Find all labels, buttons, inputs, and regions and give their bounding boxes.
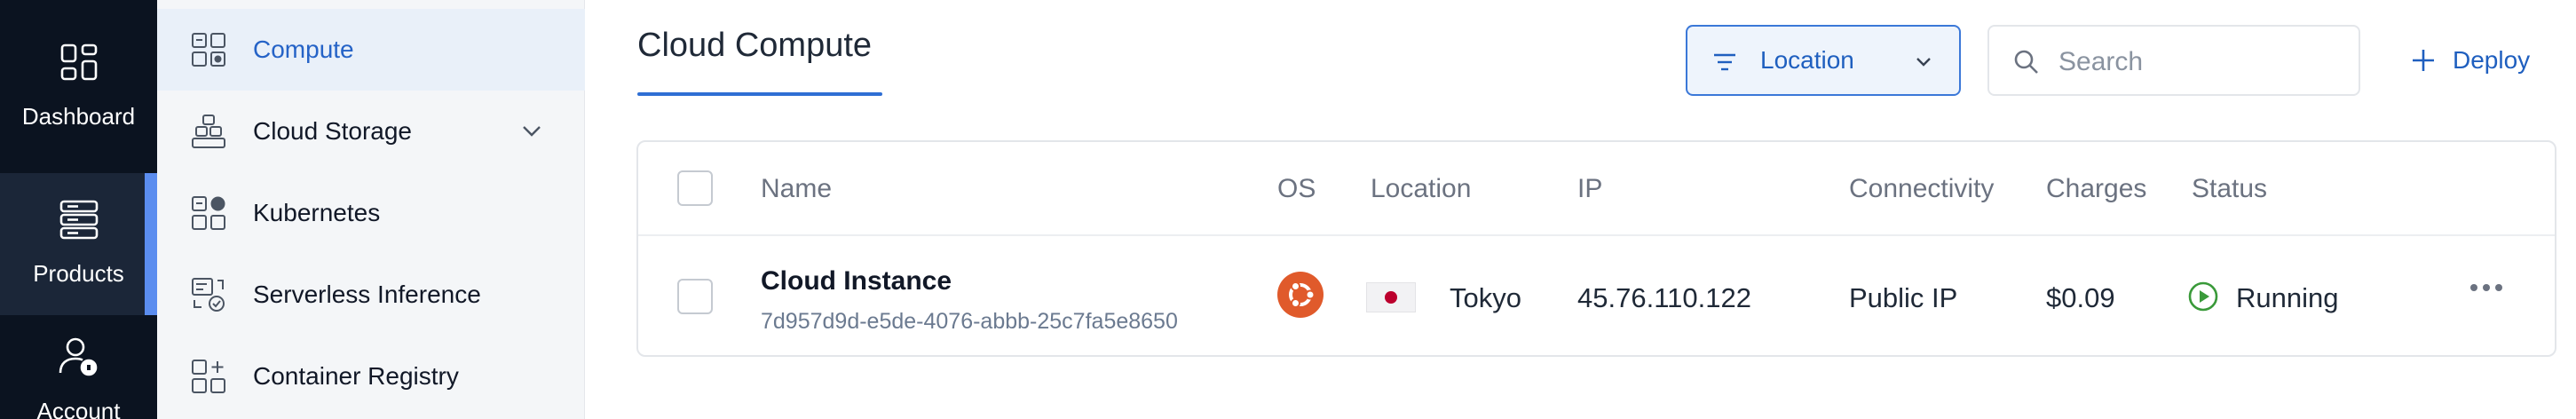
sidebar-item-label: Cloud Storage (253, 117, 413, 145)
search-input[interactable] (2058, 43, 2343, 82)
sidebar-item-kubernetes[interactable]: Kubernetes (157, 172, 585, 254)
rail-item-account[interactable]: Account (0, 330, 157, 419)
sidebar-item-serverless-inference[interactable]: Serverless Inference (157, 254, 585, 336)
sidebar-item-label: Compute (253, 36, 354, 63)
row-checkbox[interactable] (677, 279, 713, 314)
sidebar-item-label: Serverless Inference (253, 281, 481, 308)
rail-label: Account (36, 398, 121, 419)
rail-label: Products (33, 260, 124, 287)
container-registry-icon (189, 357, 228, 396)
sidebar-item-compute[interactable]: Compute (157, 9, 585, 91)
running-status-icon (2188, 281, 2218, 312)
filter-icon (1714, 53, 1735, 71)
deploy-label: Deploy (2453, 46, 2531, 74)
instances-table: Name OS Location IP Connectivity Charges… (636, 140, 2556, 357)
rail-item-dashboard[interactable]: Dashboard (0, 36, 157, 169)
rail-item-products[interactable]: Products (0, 173, 157, 315)
compute-icon (189, 30, 228, 69)
sidebar-item-container-registry[interactable]: Container Registry (157, 336, 585, 417)
status-cell: Running (2236, 282, 2339, 313)
select-all-checkbox[interactable] (677, 170, 713, 206)
column-header-location[interactable]: Location (1371, 174, 1471, 204)
kubernetes-icon (189, 194, 228, 233)
main-content: Cloud Compute Location Deploy Name O (585, 0, 2576, 419)
location-filter-button[interactable]: Location (1686, 25, 1961, 96)
instance-id: 7d957d9d-e5de-4076-abbb-25c7fa5e8650 (761, 309, 1178, 334)
sidebar-item-label: Container Registry (253, 362, 459, 390)
location-filter-label: Location (1760, 46, 1854, 74)
sidebar-item-cloud-storage[interactable]: Cloud Storage (157, 91, 585, 172)
storage-icon (189, 112, 228, 151)
plus-icon (2413, 50, 2434, 71)
location-cell: Tokyo (1450, 282, 1521, 313)
deploy-button[interactable]: Deploy (2410, 36, 2530, 85)
instance-name[interactable]: Cloud Instance (761, 266, 952, 296)
connectivity-cell: Public IP (1849, 282, 1958, 313)
column-header-ip[interactable]: IP (1577, 174, 1602, 204)
title-tab-indicator (637, 92, 882, 96)
charges-cell: $0.09 (2046, 282, 2115, 313)
column-header-os[interactable]: OS (1277, 174, 1316, 204)
japan-flag-icon (1366, 282, 1416, 312)
ubuntu-logo-icon (1277, 272, 1324, 318)
column-header-connectivity[interactable]: Connectivity (1849, 174, 1994, 204)
server-stack-icon (52, 193, 106, 246)
chevron-down-icon[interactable] (519, 119, 544, 144)
column-header-name[interactable]: Name (761, 174, 832, 204)
sidebar-item-label: Kubernetes (253, 199, 381, 226)
table-header: Name OS Location IP Connectivity Charges… (638, 142, 2555, 236)
search-box[interactable] (1987, 25, 2360, 96)
serverless-icon (189, 275, 228, 314)
dashboard-grid-icon (52, 36, 106, 89)
more-options-icon[interactable] (2467, 282, 2506, 300)
search-icon (2014, 50, 2038, 74)
column-header-status[interactable]: Status (2192, 174, 2267, 204)
rail-label: Dashboard (21, 103, 136, 130)
app-rail: Dashboard Products Account (0, 0, 157, 419)
ip-cell: 45.76.110.122 (1577, 282, 1751, 313)
table-row[interactable]: Cloud Instance 7d957d9d-e5de-4076-abbb-2… (638, 236, 2555, 355)
products-sidebar: Compute Cloud Storage Kubernetes Serverl… (157, 0, 585, 419)
user-lock-icon (52, 330, 106, 383)
chevron-down-icon (1916, 58, 1931, 67)
page-title: Cloud Compute (637, 27, 873, 64)
column-header-charges[interactable]: Charges (2046, 174, 2146, 204)
